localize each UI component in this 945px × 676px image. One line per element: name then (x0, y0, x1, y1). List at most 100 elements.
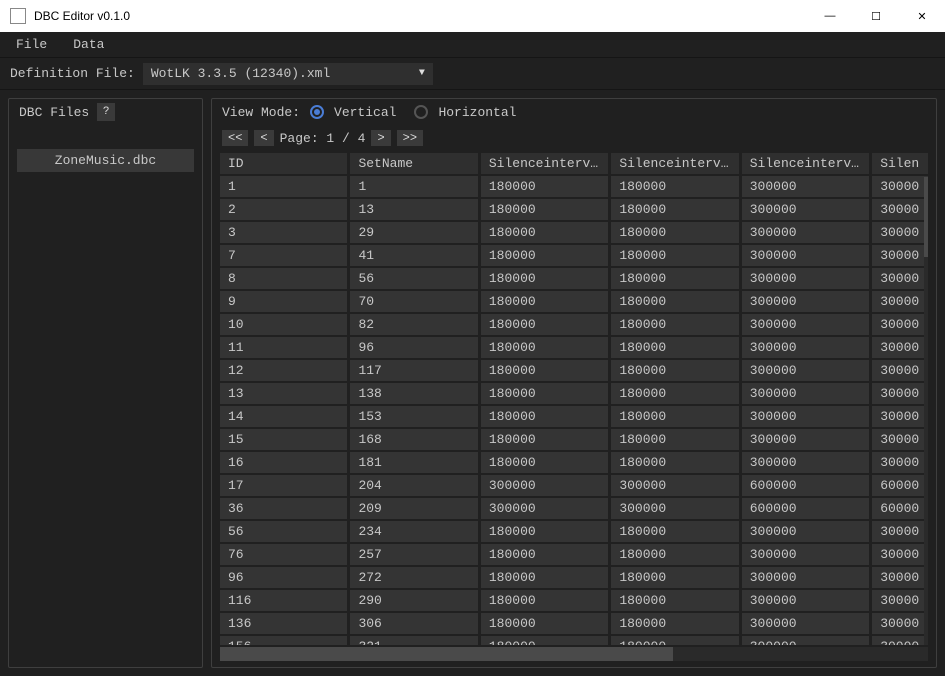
table-cell[interactable]: 300000 (742, 613, 869, 634)
table-cell[interactable]: 300000 (481, 498, 608, 519)
table-cell[interactable]: 7 (220, 245, 347, 266)
table-row[interactable]: 1118000018000030000030000 (220, 176, 928, 197)
table-cell[interactable]: 117 (350, 360, 477, 381)
table-cell[interactable]: 300000 (742, 291, 869, 312)
table-cell[interactable]: 180000 (611, 222, 738, 243)
table-cell[interactable]: 96 (220, 567, 347, 588)
table-cell[interactable]: 300000 (742, 268, 869, 289)
table-cell[interactable]: 321 (350, 636, 477, 645)
table-cell[interactable]: 180000 (611, 268, 738, 289)
table-row[interactable]: 9627218000018000030000030000 (220, 567, 928, 588)
table-cell[interactable]: 300000 (742, 176, 869, 197)
table-cell[interactable]: 306 (350, 613, 477, 634)
table-cell[interactable]: 17 (220, 475, 347, 496)
table-cell[interactable]: 70 (350, 291, 477, 312)
table-cell[interactable]: 30000 (872, 199, 928, 220)
table-cell[interactable]: 41 (350, 245, 477, 266)
table-row[interactable]: 1720430000030000060000060000 (220, 475, 928, 496)
table-cell[interactable]: 36 (220, 498, 347, 519)
table-row[interactable]: 1313818000018000030000030000 (220, 383, 928, 404)
radio-horizontal[interactable] (414, 105, 428, 119)
table-cell[interactable]: 180000 (481, 360, 608, 381)
horizontal-scrollbar[interactable] (220, 647, 928, 661)
table-cell[interactable]: 180000 (611, 291, 738, 312)
table-cell[interactable]: 30000 (872, 337, 928, 358)
table-cell[interactable]: 300000 (742, 383, 869, 404)
table-cell[interactable]: 180000 (611, 590, 738, 611)
table-cell[interactable]: 300000 (742, 337, 869, 358)
table-cell[interactable]: 9 (220, 291, 347, 312)
table-cell[interactable]: 180000 (481, 590, 608, 611)
table-row[interactable]: 7625718000018000030000030000 (220, 544, 928, 565)
table-row[interactable]: 1516818000018000030000030000 (220, 429, 928, 450)
table-cell[interactable]: 300000 (742, 567, 869, 588)
vertical-scroll-thumb[interactable] (924, 177, 928, 257)
table-row[interactable]: 5623418000018000030000030000 (220, 521, 928, 542)
table-cell[interactable]: 30000 (872, 636, 928, 645)
table-cell[interactable]: 30000 (872, 544, 928, 565)
table-cell[interactable]: 300000 (742, 429, 869, 450)
table-cell[interactable]: 8 (220, 268, 347, 289)
table-cell[interactable]: 180000 (481, 314, 608, 335)
column-header[interactable]: SilenceintervalMi… (611, 153, 738, 174)
table-cell[interactable]: 30000 (872, 360, 928, 381)
table-cell[interactable]: 180000 (481, 613, 608, 634)
horizontal-scroll-thumb[interactable] (220, 647, 673, 661)
table-cell[interactable]: 300000 (742, 521, 869, 542)
table-cell[interactable]: 16 (220, 452, 347, 473)
table-row[interactable]: 21318000018000030000030000 (220, 199, 928, 220)
table-cell[interactable]: 234 (350, 521, 477, 542)
table-cell[interactable]: 2 (220, 199, 347, 220)
table-cell[interactable]: 10 (220, 314, 347, 335)
table-cell[interactable]: 300000 (742, 245, 869, 266)
pager-last[interactable]: >> (397, 130, 423, 146)
table-cell[interactable]: 204 (350, 475, 477, 496)
table-cell[interactable]: 180000 (611, 406, 738, 427)
table-cell[interactable]: 30000 (872, 383, 928, 404)
table-cell[interactable]: 30000 (872, 245, 928, 266)
table-cell[interactable]: 76 (220, 544, 347, 565)
table-cell[interactable]: 180000 (611, 567, 738, 588)
table-cell[interactable]: 56 (220, 521, 347, 542)
table-cell[interactable]: 1 (350, 176, 477, 197)
table-cell[interactable]: 300000 (742, 314, 869, 335)
table-cell[interactable]: 180000 (611, 383, 738, 404)
table-cell[interactable]: 180000 (481, 406, 608, 427)
table-row[interactable]: 108218000018000030000030000 (220, 314, 928, 335)
table-cell[interactable]: 300000 (742, 222, 869, 243)
table-cell[interactable]: 300000 (481, 475, 608, 496)
table-cell[interactable]: 180000 (481, 245, 608, 266)
table-cell[interactable]: 96 (350, 337, 477, 358)
table-cell[interactable]: 30000 (872, 291, 928, 312)
table-cell[interactable]: 300000 (742, 544, 869, 565)
table-cell[interactable]: 3 (220, 222, 347, 243)
table-cell[interactable]: 180000 (611, 613, 738, 634)
table-cell[interactable]: 300000 (611, 475, 738, 496)
table-cell[interactable]: 300000 (742, 199, 869, 220)
table-row[interactable]: 15632118000018000030000030000 (220, 636, 928, 645)
close-button[interactable]: ✕ (899, 0, 945, 32)
table-cell[interactable]: 180000 (611, 337, 738, 358)
table-cell[interactable]: 30000 (872, 268, 928, 289)
table-row[interactable]: 1415318000018000030000030000 (220, 406, 928, 427)
table-cell[interactable]: 13 (220, 383, 347, 404)
table-cell[interactable]: 180000 (611, 636, 738, 645)
table-cell[interactable]: 180000 (481, 636, 608, 645)
table-cell[interactable]: 180000 (611, 245, 738, 266)
table-cell[interactable]: 60000 (872, 498, 928, 519)
table-cell[interactable]: 180000 (611, 544, 738, 565)
table-cell[interactable]: 15 (220, 429, 347, 450)
table-cell[interactable]: 1 (220, 176, 347, 197)
table-cell[interactable]: 56 (350, 268, 477, 289)
table-row[interactable]: 32918000018000030000030000 (220, 222, 928, 243)
table-row[interactable]: 3620930000030000060000060000 (220, 498, 928, 519)
definition-select[interactable]: WotLK 3.3.5 (12340).xml ▼ (143, 63, 433, 85)
table-cell[interactable]: 180000 (611, 199, 738, 220)
column-header[interactable]: SilenceintervalMa… (742, 153, 869, 174)
vertical-scrollbar[interactable] (924, 177, 928, 645)
table-cell[interactable]: 180000 (611, 176, 738, 197)
table-cell[interactable]: 180000 (481, 337, 608, 358)
table-cell[interactable]: 180000 (481, 544, 608, 565)
pager-first[interactable]: << (222, 130, 248, 146)
table-cell[interactable]: 180000 (481, 199, 608, 220)
